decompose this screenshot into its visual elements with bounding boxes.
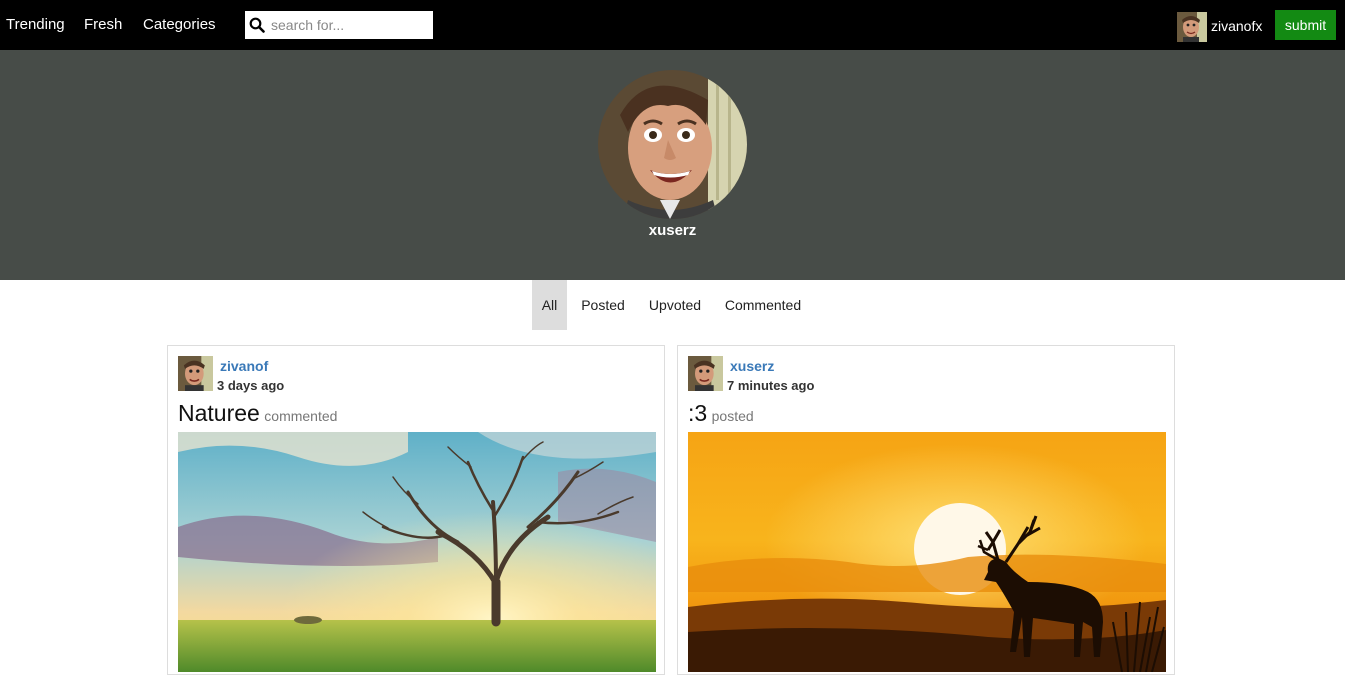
post-title-row: :3 posted [688, 400, 754, 427]
profile-avatar [598, 70, 747, 219]
post-author-link[interactable]: xuserz [730, 358, 774, 374]
tab-all[interactable]: All [532, 280, 567, 330]
post-card: zivanof 3 days ago Naturee commented [167, 345, 665, 675]
post-timestamp: 7 minutes ago [727, 378, 815, 393]
profile-username: xuserz [648, 222, 697, 239]
profile-header: xuserz [0, 50, 1345, 280]
search-input[interactable] [271, 11, 429, 39]
post-action-label: posted [711, 408, 754, 424]
post-card: xuserz 7 minutes ago :3 posted [677, 345, 1175, 675]
tab-posted[interactable]: Posted [573, 280, 633, 330]
post-author-avatar[interactable] [688, 356, 723, 391]
current-user-avatar[interactable] [1177, 12, 1207, 42]
top-navbar: Trending Fresh Categories zivanofx submi… [0, 0, 1345, 50]
tab-upvoted[interactable]: Upvoted [642, 280, 708, 330]
nav-categories-link[interactable]: Categories [143, 16, 216, 33]
search-icon[interactable] [249, 17, 265, 33]
post-timestamp: 3 days ago [217, 378, 285, 393]
tree-sunset-photo[interactable] [178, 432, 656, 672]
nav-fresh-link[interactable]: Fresh [84, 16, 122, 33]
post-title[interactable]: Naturee [178, 400, 260, 426]
search-box [245, 11, 433, 39]
post-author-avatar[interactable] [178, 356, 213, 391]
submit-button[interactable]: submit [1275, 10, 1336, 40]
nav-trending-link[interactable]: Trending [6, 16, 65, 33]
post-action-label: commented [264, 408, 338, 424]
tab-commented[interactable]: Commented [717, 280, 809, 330]
post-title-row: Naturee commented [178, 400, 337, 427]
post-title[interactable]: :3 [688, 400, 707, 426]
deer-sunset-photo[interactable] [688, 432, 1166, 672]
post-author-link[interactable]: zivanof [220, 358, 268, 374]
current-username[interactable]: zivanofx [1211, 18, 1262, 34]
